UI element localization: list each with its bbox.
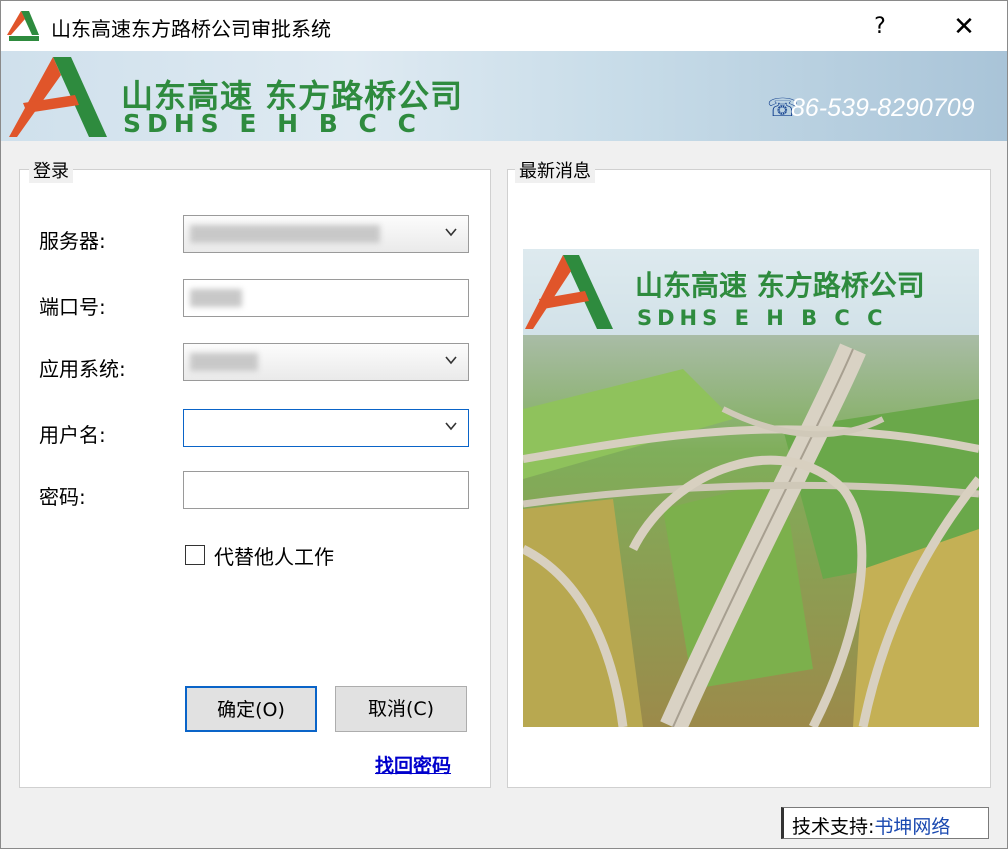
news-image-company-abbr: SDHS E H B C C — [637, 306, 888, 330]
news-image: 山东高速 东方路桥公司 SDHS E H B C C — [523, 249, 979, 727]
tech-support-label: 技术支持: — [792, 816, 875, 838]
help-button[interactable]: ? — [857, 7, 903, 47]
app-window: 山东高速东方路桥公司审批系统 ? ✕ 山东高速 东方路桥公司 SDHS E H … — [0, 0, 1008, 849]
chevron-down-icon — [445, 422, 457, 431]
port-value-redacted — [190, 289, 242, 307]
banner-phone: ☏86-539-8290709 — [767, 93, 975, 123]
chevron-down-icon — [445, 356, 457, 365]
phone-number: 86-539-8290709 — [791, 94, 975, 122]
phone-icon: ☏ — [767, 94, 799, 122]
cancel-button[interactable]: 取消(C) — [335, 686, 467, 732]
highway-aerial-image: 山东高速 东方路桥公司 SDHS E H B C C — [523, 249, 979, 727]
close-button[interactable]: ✕ — [941, 7, 987, 47]
company-banner: 山东高速 东方路桥公司 SDHS E H B C C ☏86-539-82907… — [1, 51, 1007, 141]
banner-company-abbr: SDHS E H B C C — [123, 109, 422, 138]
password-input[interactable] — [183, 471, 469, 509]
app-system-select[interactable] — [183, 343, 469, 381]
port-label: 端口号: — [39, 295, 106, 319]
app-system-label: 应用系统: — [39, 357, 126, 381]
login-group-title: 登录 — [29, 157, 73, 183]
server-value-redacted — [190, 225, 380, 243]
app-logo-icon — [7, 11, 39, 41]
app-system-value-redacted — [190, 353, 258, 371]
news-image-company-name: 山东高速 东方路桥公司 — [635, 269, 925, 302]
tech-support-panel: 技术支持:书坤网络 — [781, 807, 989, 839]
company-logo-icon — [9, 57, 107, 137]
username-label: 用户名: — [39, 423, 106, 447]
news-group-title: 最新消息 — [515, 157, 595, 183]
tech-support-name: 书坤网络 — [874, 816, 951, 838]
title-bar: 山东高速东方路桥公司审批系统 ? ✕ — [1, 1, 1007, 51]
window-title: 山东高速东方路桥公司审批系统 — [51, 17, 331, 41]
forgot-password-link[interactable]: 找回密码 — [375, 751, 451, 778]
chevron-down-icon — [445, 228, 457, 237]
server-select[interactable] — [183, 215, 469, 253]
proxy-checkbox[interactable] — [185, 545, 205, 565]
server-label: 服务器: — [39, 229, 106, 253]
username-combo[interactable] — [183, 409, 469, 447]
password-label: 密码: — [39, 485, 86, 509]
ok-button[interactable]: 确定(O) — [185, 686, 317, 732]
proxy-checkbox-label[interactable]: 代替他人工作 — [214, 541, 334, 570]
port-input[interactable] — [183, 279, 469, 317]
